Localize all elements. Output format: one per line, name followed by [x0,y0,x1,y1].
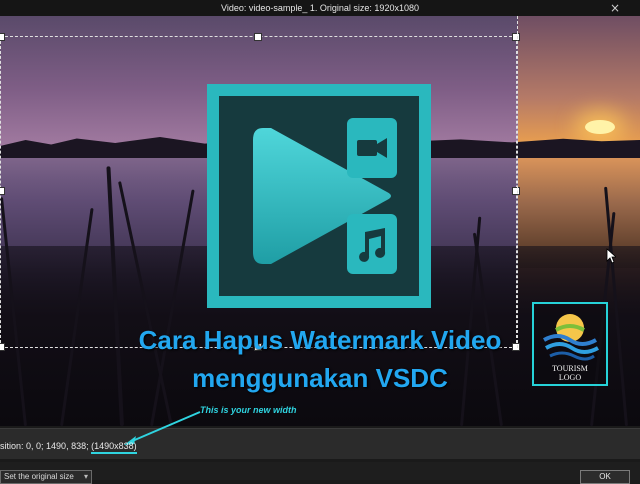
vsdc-logo-background [219,96,419,296]
size-preset-select[interactable]: Set the original size ▾ [0,470,92,484]
ok-button[interactable]: OK [580,470,630,484]
chevron-down-icon: ▾ [83,472,88,481]
annotation-hint: This is your new width [200,405,297,415]
music-note-icon [347,214,397,274]
crop-handle[interactable] [0,187,5,195]
vsdc-logo [207,84,431,308]
crop-handle[interactable] [0,33,5,41]
camera-icon [347,118,397,178]
crop-guide-line [517,16,518,348]
sun [585,120,615,134]
window-titlebar: Video: video-sample_ 1. Original size: 1… [0,0,640,16]
tourism-logo-line2: LOGO [558,373,582,382]
tourism-logo-line1: TOURISM [552,364,588,373]
size-value: (1490x838) [91,441,137,454]
mouse-cursor-icon [606,248,616,264]
window-title: Video: video-sample_ 1. Original size: 1… [221,3,419,13]
tourism-logo-watermark[interactable]: TOURISM LOGO [532,302,608,386]
crop-handle[interactable] [254,33,262,41]
bottom-bar [0,462,640,480]
close-icon[interactable]: × [610,1,620,15]
tourism-logo-text: TOURISM LOGO [534,364,606,382]
position-label: sition: [0,441,24,451]
position-value: 0, 0; 1490, 838; [26,441,89,451]
sun-wave-logo-icon [543,314,599,361]
position-readout: sition: 0, 0; 1490, 838; (1490x838) [0,441,137,454]
crop-handle[interactable] [512,187,520,195]
crop-handle[interactable] [512,33,520,41]
